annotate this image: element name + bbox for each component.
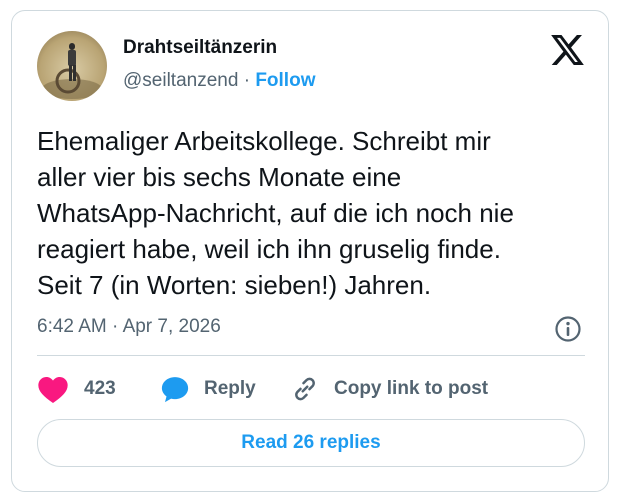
read-replies-button[interactable]: Read 26 replies	[37, 419, 585, 467]
post-time: 6:42 AM	[37, 316, 107, 337]
date-separator: ·	[112, 316, 119, 337]
author-handle-row: @seiltanzend · Follow	[123, 70, 315, 92]
handle-separator: ·	[243, 70, 251, 91]
post-text-line: reagiert habe, weil ich ihn gruselig fin…	[37, 234, 501, 264]
post-text: Ehemaliger Arbeitskollege. Schreibt mir …	[37, 123, 597, 303]
post-text-line: aller vier bis sechs Monate eine	[37, 162, 402, 192]
avatar[interactable]	[37, 31, 107, 101]
divider	[37, 355, 585, 356]
author-display-name[interactable]: Drahtseiltänzerin	[123, 37, 277, 59]
reply-label: Reply	[204, 378, 256, 399]
like-button[interactable]: 423	[37, 373, 116, 405]
follow-button[interactable]: Follow	[255, 70, 315, 91]
speech-bubble-icon	[161, 377, 189, 403]
reply-button[interactable]: Reply	[160, 373, 256, 405]
heart-icon	[38, 377, 68, 403]
info-icon[interactable]	[554, 315, 582, 343]
x-logo-icon[interactable]	[551, 35, 584, 65]
post-timestamp[interactable]: 6:42 AM · Apr 7, 2026	[37, 316, 221, 338]
x-logo-svg	[551, 35, 584, 65]
info-icon-svg	[555, 316, 581, 342]
post-text-line: WhatsApp-Nachricht, auf die ich noch nie	[37, 198, 514, 228]
post-text-line: Seit 7 (in Worten: sieben!) Jahren.	[37, 270, 432, 300]
link-icon	[295, 377, 315, 401]
post-text-line: Ehemaliger Arbeitskollege. Schreibt mir	[37, 126, 491, 156]
author-handle[interactable]: @seiltanzend	[123, 70, 238, 91]
post-date: Apr 7, 2026	[122, 316, 221, 337]
avatar-image	[37, 31, 107, 101]
copy-link-label: Copy link to post	[334, 378, 489, 399]
like-count: 423	[84, 378, 116, 399]
post-card: Drahtseiltänzerin @seiltanzend · Follow …	[11, 10, 609, 492]
copy-link-button[interactable]: Copy link to post	[290, 373, 488, 405]
